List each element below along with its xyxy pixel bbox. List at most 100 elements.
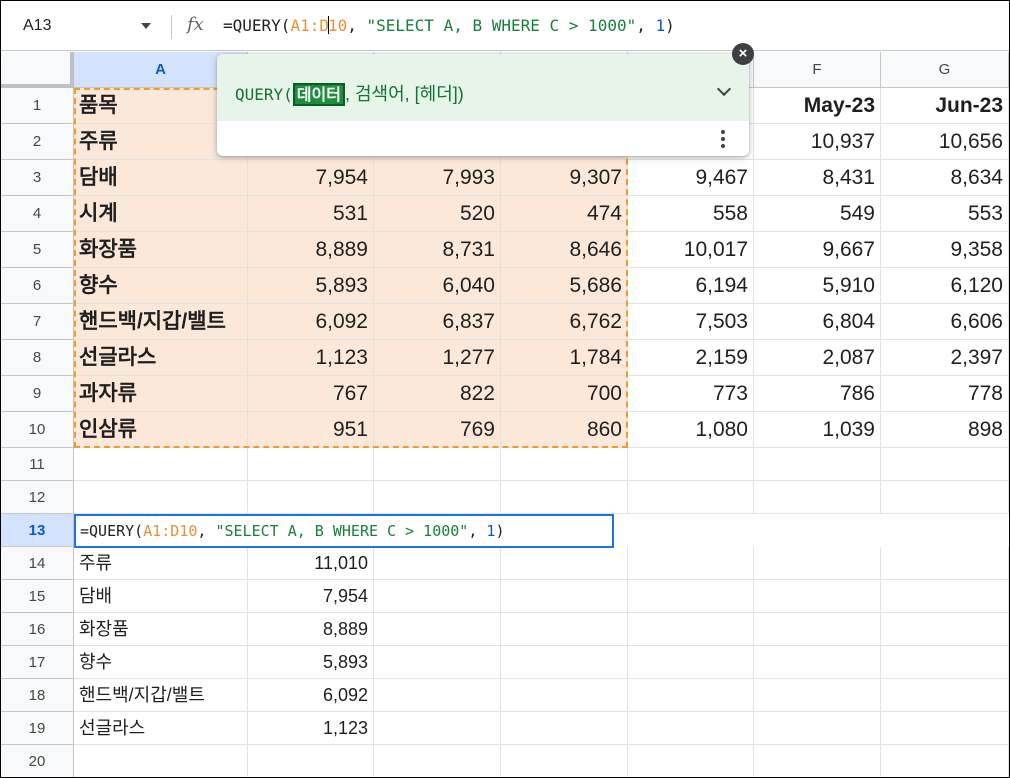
cell-f2[interactable]: 10,937	[754, 124, 881, 160]
empty-cell[interactable]	[374, 646, 501, 679]
empty-cell[interactable]	[501, 679, 628, 712]
cell-e10[interactable]: 1,080	[628, 412, 754, 448]
cell-g1[interactable]: Jun-23	[881, 88, 1009, 124]
row-header-12[interactable]: 12	[1, 481, 74, 514]
cell-f4[interactable]: 549	[754, 196, 881, 232]
cell-b3[interactable]: 7,954	[248, 160, 374, 196]
cell-a10[interactable]: 인삼류	[74, 412, 248, 448]
empty-cell[interactable]	[628, 745, 754, 777]
cell-b10[interactable]: 951	[248, 412, 374, 448]
empty-cell[interactable]	[501, 481, 628, 514]
result-cell-b14[interactable]: 11,010	[248, 547, 374, 580]
select-all-corner[interactable]	[1, 52, 74, 88]
empty-cell[interactable]	[628, 646, 754, 679]
empty-cell[interactable]	[628, 580, 754, 613]
empty-cell[interactable]	[628, 481, 754, 514]
empty-cell[interactable]	[754, 481, 881, 514]
cell-f10[interactable]: 1,039	[754, 412, 881, 448]
cell-e8[interactable]: 2,159	[628, 340, 754, 376]
row-header-17[interactable]: 17	[1, 646, 74, 679]
cell-g4[interactable]: 553	[881, 196, 1009, 232]
empty-cell[interactable]	[501, 646, 628, 679]
cell-a7[interactable]: 핸드백/지갑/밸트	[74, 304, 248, 340]
empty-cell[interactable]	[754, 679, 881, 712]
result-cell-b15[interactable]: 7,954	[248, 580, 374, 613]
empty-cell[interactable]	[501, 712, 628, 745]
cell-d5[interactable]: 8,646	[501, 232, 628, 268]
row-header-6[interactable]: 6	[1, 268, 74, 304]
cell-e7[interactable]: 7,503	[628, 304, 754, 340]
empty-cell[interactable]	[881, 745, 1009, 777]
cell-g9[interactable]: 778	[881, 376, 1009, 412]
empty-cell[interactable]	[374, 613, 501, 646]
cell-e4[interactable]: 558	[628, 196, 754, 232]
empty-cell[interactable]	[881, 448, 1009, 481]
empty-cell[interactable]	[754, 448, 881, 481]
empty-cell[interactable]	[881, 580, 1009, 613]
row-header-16[interactable]: 16	[1, 613, 74, 646]
cell-c3[interactable]: 7,993	[374, 160, 501, 196]
cell-b8[interactable]: 1,123	[248, 340, 374, 376]
empty-cell[interactable]	[754, 646, 881, 679]
cell-g5[interactable]: 9,358	[881, 232, 1009, 268]
empty-cell[interactable]	[74, 745, 248, 777]
result-cell-b16[interactable]: 8,889	[248, 613, 374, 646]
cell-g6[interactable]: 6,120	[881, 268, 1009, 304]
row-header-4[interactable]: 4	[1, 196, 74, 232]
cell-f1[interactable]: May-23	[754, 88, 881, 124]
empty-cell[interactable]	[501, 547, 628, 580]
result-cell-b17[interactable]: 5,893	[248, 646, 374, 679]
empty-cell[interactable]	[374, 745, 501, 777]
empty-cell[interactable]	[248, 481, 374, 514]
empty-cell[interactable]	[628, 448, 754, 481]
empty-cell[interactable]	[374, 580, 501, 613]
result-cell-a15[interactable]: 담배	[74, 580, 248, 613]
empty-cell[interactable]	[374, 547, 501, 580]
empty-cell[interactable]	[501, 613, 628, 646]
cell-e6[interactable]: 6,194	[628, 268, 754, 304]
cell-b9[interactable]: 767	[248, 376, 374, 412]
cell-a8[interactable]: 선글라스	[74, 340, 248, 376]
formula-input[interactable]: =QUERY(A1:D10, "SELECT A, B WHERE C > 10…	[223, 16, 675, 35]
cell-c5[interactable]: 8,731	[374, 232, 501, 268]
cell-f3[interactable]: 8,431	[754, 160, 881, 196]
cell-f5[interactable]: 9,667	[754, 232, 881, 268]
column-header-f[interactable]: F	[754, 52, 881, 88]
empty-cell[interactable]	[74, 448, 248, 481]
empty-cell[interactable]	[501, 448, 628, 481]
row-header-8[interactable]: 8	[1, 340, 74, 376]
cell-f8[interactable]: 2,087	[754, 340, 881, 376]
empty-cell[interactable]	[374, 679, 501, 712]
empty-cell[interactable]	[374, 481, 501, 514]
cell-d9[interactable]: 700	[501, 376, 628, 412]
row-header-7[interactable]: 7	[1, 304, 74, 340]
cell-c7[interactable]: 6,837	[374, 304, 501, 340]
result-cell-a14[interactable]: 주류	[74, 547, 248, 580]
row-header-19[interactable]: 19	[1, 712, 74, 745]
result-cell-a19[interactable]: 선글라스	[74, 712, 248, 745]
row-header-18[interactable]: 18	[1, 679, 74, 712]
chevron-down-icon[interactable]	[141, 23, 151, 29]
cell-a3[interactable]: 담배	[74, 160, 248, 196]
cell-f6[interactable]: 5,910	[754, 268, 881, 304]
cell-g2[interactable]: 10,656	[881, 124, 1009, 160]
row-header-1[interactable]: 1	[1, 88, 74, 124]
cell-c8[interactable]: 1,277	[374, 340, 501, 376]
empty-cell[interactable]	[881, 547, 1009, 580]
empty-cell[interactable]	[754, 712, 881, 745]
cell-c9[interactable]: 822	[374, 376, 501, 412]
empty-cell[interactable]	[628, 613, 754, 646]
cell-f9[interactable]: 786	[754, 376, 881, 412]
empty-cell[interactable]	[754, 613, 881, 646]
cell-a6[interactable]: 향수	[74, 268, 248, 304]
empty-cell[interactable]	[881, 646, 1009, 679]
cell-g7[interactable]: 6,606	[881, 304, 1009, 340]
result-cell-a18[interactable]: 핸드백/지갑/밸트	[74, 679, 248, 712]
empty-cell[interactable]	[754, 580, 881, 613]
result-cell-a17[interactable]: 향수	[74, 646, 248, 679]
row-header-15[interactable]: 15	[1, 580, 74, 613]
empty-cell[interactable]	[248, 448, 374, 481]
chevron-down-icon[interactable]	[716, 81, 732, 97]
empty-cell[interactable]	[754, 745, 881, 777]
tooltip-header[interactable]: QUERY(데이터, 검색어, [헤더])	[217, 54, 749, 121]
